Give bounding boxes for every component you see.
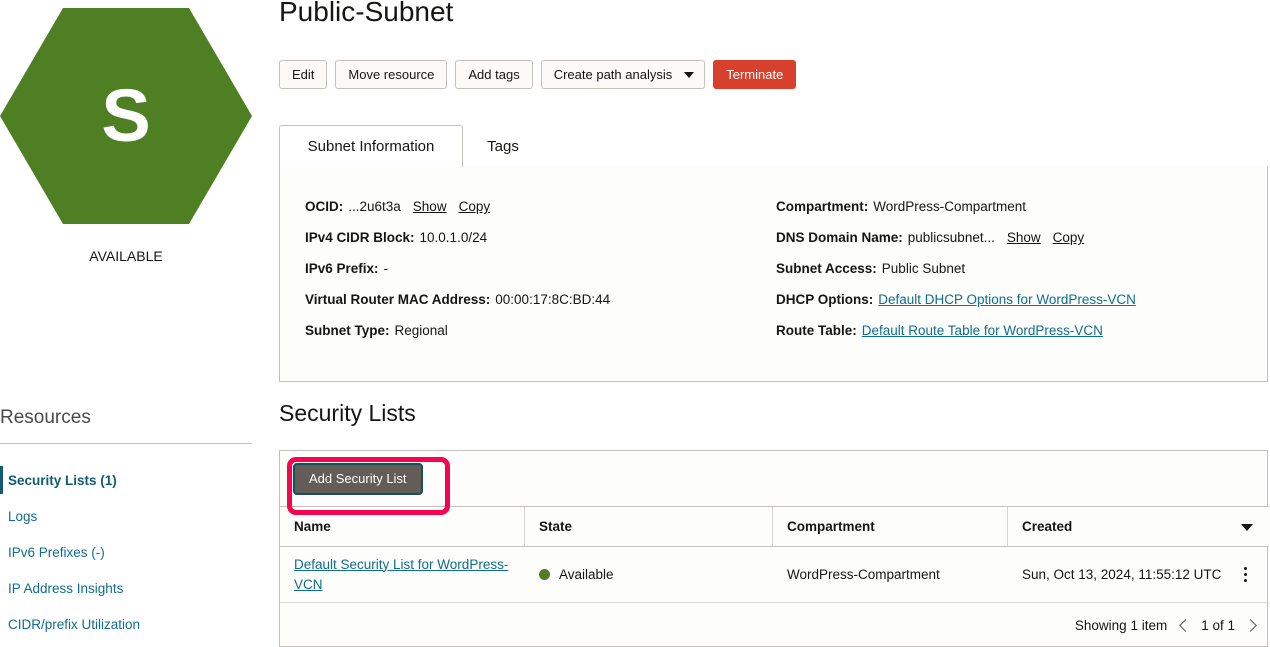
info-row-ipv6-prefix: IPv6 Prefix: -	[305, 253, 610, 284]
tab-subnet-information[interactable]: Subnet Information	[279, 125, 463, 167]
sidebar-item-label: IP Address Insights	[8, 581, 123, 596]
route-table-link[interactable]: Default Route Table for WordPress-VCN	[862, 323, 1103, 338]
info-label: DNS Domain Name:	[776, 230, 903, 245]
edit-button[interactable]: Edit	[279, 60, 327, 89]
tab-label: Tags	[487, 138, 519, 155]
security-lists-heading: Security Lists	[279, 400, 416, 427]
column-header-state[interactable]: State	[525, 507, 773, 546]
info-row-ocid: OCID: ...2u6t3a Show Copy	[305, 191, 610, 222]
info-label: Subnet Access:	[776, 261, 877, 276]
ocid-copy-link[interactable]: Copy	[459, 199, 491, 214]
sidebar-item-ip-address-insights[interactable]: IP Address Insights	[0, 570, 252, 606]
info-value: Public Subnet	[882, 261, 965, 276]
created-timestamp: Sun, Oct 13, 2024, 11:55:12 UTC	[1022, 567, 1221, 582]
page-root: S AVAILABLE Resources Security Lists (1)…	[0, 0, 1270, 647]
info-label: Compartment:	[776, 199, 868, 214]
info-label: IPv4 CIDR Block:	[305, 230, 415, 245]
create-path-analysis-button[interactable]: Create path analysis	[541, 60, 706, 89]
info-value: publicsubnet...	[908, 230, 995, 245]
info-value: ...2u6t3a	[348, 199, 401, 214]
row-actions-menu-icon[interactable]	[1233, 567, 1257, 582]
info-label: Virtual Router MAC Address:	[305, 292, 490, 307]
column-header-compartment[interactable]: Compartment	[773, 507, 1008, 546]
previous-page-icon[interactable]	[1179, 619, 1192, 632]
sidebar-item-security-lists[interactable]: Security Lists (1)	[0, 462, 252, 498]
sidebar-item-cidr-prefix-utilization[interactable]: CIDR/prefix Utilization	[0, 606, 252, 642]
sort-descending-icon[interactable]	[1241, 524, 1253, 531]
cell-created: Sun, Oct 13, 2024, 11:55:12 UTC	[1008, 547, 1269, 602]
security-lists-table-card: Add Security List Name State Compartment…	[279, 450, 1268, 647]
status-label: AVAILABLE	[0, 248, 252, 264]
tab-bar: Subnet Information Tags	[279, 125, 1268, 167]
add-security-list-button[interactable]: Add Security List	[293, 463, 423, 495]
table-row: Default Security List for WordPress-VCN …	[280, 547, 1269, 603]
create-path-analysis-label: Create path analysis	[554, 67, 673, 82]
page-indicator: 1 of 1	[1201, 618, 1235, 633]
security-lists-toolbar: Add Security List	[280, 451, 1269, 507]
sidebar-item-label: IPv6 Prefixes (-)	[8, 545, 105, 560]
ocid-show-link[interactable]: Show	[413, 199, 447, 214]
status-badge: Available	[559, 567, 614, 582]
column-header-created-label: Created	[1022, 519, 1072, 534]
info-row-dns-domain-name: DNS Domain Name: publicsubnet... Show Co…	[776, 222, 1136, 253]
pagination: 1 of 1	[1181, 618, 1255, 633]
sidebar-item-label: Security Lists (1)	[8, 473, 117, 488]
resources-list: Security Lists (1) Logs IPv6 Prefixes (-…	[0, 462, 252, 642]
info-label: Subnet Type:	[305, 323, 390, 338]
info-value: 10.0.1.0/24	[420, 230, 488, 245]
info-row-compartment: Compartment: WordPress-Compartment	[776, 191, 1136, 222]
table-header-row: Name State Compartment Created	[280, 507, 1269, 547]
info-row-route-table: Route Table: Default Route Table for Wor…	[776, 315, 1136, 346]
info-value: 00:00:17:8C:BD:44	[495, 292, 610, 307]
main-content: Public-Subnet Edit Move resource Add tag…	[279, 0, 1270, 647]
info-row-subnet-access: Subnet Access: Public Subnet	[776, 253, 1136, 284]
info-row-virtual-router-mac-address: Virtual Router MAC Address: 00:00:17:8C:…	[305, 284, 610, 315]
table-footer: Showing 1 item 1 of 1	[280, 603, 1269, 647]
column-header-name[interactable]: Name	[280, 507, 525, 546]
sidebar-item-label: Logs	[8, 509, 37, 524]
info-row-subnet-type: Subnet Type: Regional	[305, 315, 610, 346]
status-dot-icon	[539, 569, 550, 580]
info-label: DHCP Options:	[776, 292, 873, 307]
dns-copy-link[interactable]: Copy	[1053, 230, 1085, 245]
resource-sidebar: S AVAILABLE Resources Security Lists (1)…	[0, 0, 252, 647]
cell-state: Available	[525, 547, 773, 602]
hexagon-letter: S	[0, 4, 252, 228]
security-list-name-link[interactable]: Default Security List for WordPress-VCN	[294, 555, 517, 595]
info-row-dhcp-options: DHCP Options: Default DHCP Options for W…	[776, 284, 1136, 315]
sidebar-item-ipv6-prefixes[interactable]: IPv6 Prefixes (-)	[0, 534, 252, 570]
page-title: Public-Subnet	[279, 0, 453, 32]
action-toolbar: Edit Move resource Add tags Create path …	[279, 60, 796, 89]
terminate-button[interactable]: Terminate	[713, 60, 796, 89]
info-value: Regional	[395, 323, 448, 338]
info-value: WordPress-Compartment	[873, 199, 1026, 214]
dns-show-link[interactable]: Show	[1007, 230, 1041, 245]
info-label: Route Table:	[776, 323, 857, 338]
dhcp-options-link[interactable]: Default DHCP Options for WordPress-VCN	[878, 292, 1136, 307]
tab-label: Subnet Information	[308, 138, 435, 155]
add-tags-button[interactable]: Add tags	[455, 60, 532, 89]
sidebar-item-label: CIDR/prefix Utilization	[8, 617, 140, 632]
resource-status-hexagon: S	[0, 4, 252, 228]
resources-heading: Resources	[0, 407, 91, 429]
subnet-info-right-column: Compartment: WordPress-Compartment DNS D…	[776, 191, 1136, 346]
sidebar-item-logs[interactable]: Logs	[0, 498, 252, 534]
cell-compartment: WordPress-Compartment	[773, 547, 1008, 602]
next-page-icon[interactable]	[1244, 619, 1257, 632]
move-resource-button[interactable]: Move resource	[335, 60, 447, 89]
subnet-information-panel: OCID: ...2u6t3a Show Copy IPv4 CIDR Bloc…	[279, 166, 1268, 382]
info-row-ipv4-cidr-block: IPv4 CIDR Block: 10.0.1.0/24	[305, 222, 610, 253]
subnet-info-left-column: OCID: ...2u6t3a Show Copy IPv4 CIDR Bloc…	[305, 191, 610, 346]
showing-count-label: Showing 1 item	[1075, 618, 1167, 633]
info-label: OCID:	[305, 199, 343, 214]
column-header-created[interactable]: Created	[1008, 507, 1269, 546]
tab-tags[interactable]: Tags	[463, 125, 543, 167]
info-value: -	[384, 261, 389, 276]
security-lists-table: Name State Compartment Created Default S…	[280, 507, 1269, 647]
resources-divider	[0, 443, 252, 444]
chevron-down-icon	[684, 72, 694, 78]
info-label: IPv6 Prefix:	[305, 261, 379, 276]
cell-name: Default Security List for WordPress-VCN	[280, 547, 525, 602]
